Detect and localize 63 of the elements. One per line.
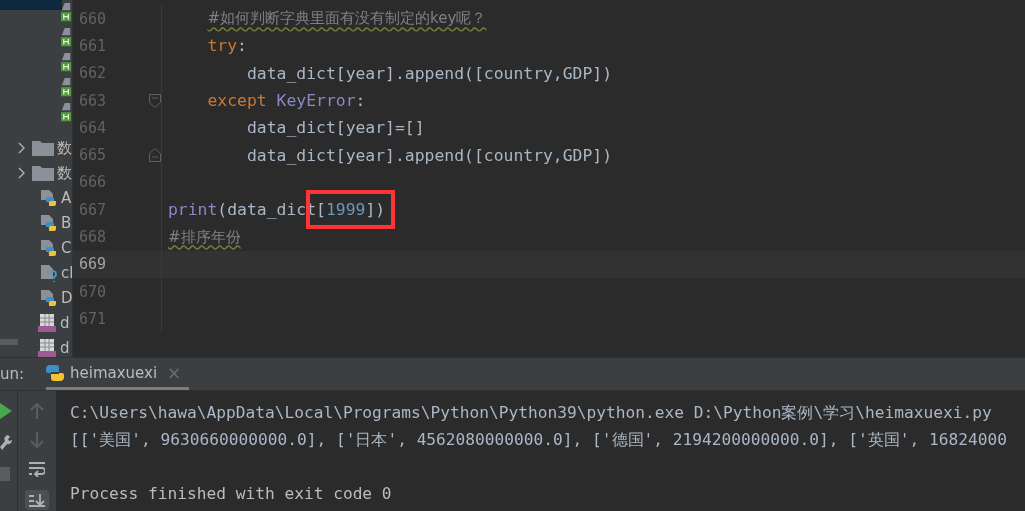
python-file-icon [40,288,58,307]
html-file-icon [61,101,72,124]
code-token: data_dict[year].append([country,GDP]) [246,63,613,83]
python-file-icon [40,188,58,207]
line-number: 665 [78,146,108,165]
wrench-icon[interactable] [0,435,12,451]
fold-icon[interactable] [149,93,161,108]
folder-icon [32,139,54,156]
run-tab[interactable]: heimaxuexi × [46,358,190,390]
python-icon [46,363,64,382]
code-token: [ [316,200,326,220]
line-number: 664 [78,118,108,137]
code-token: try [207,36,238,56]
tree-item-label[interactable]: d [60,313,70,332]
code-token: #如何判断字典里面有没有制定的key呢？ [207,9,487,29]
scrollbar-thumb[interactable] [0,339,18,345]
console-line: Process finished with exit code 0 [70,484,392,503]
tree-item-label[interactable]: 数 [57,138,72,157]
csv-file-icon [37,337,57,357]
html-file-icon [61,76,72,99]
line-number: 666 [78,173,108,192]
tree-item-label[interactable]: B [61,213,72,232]
scroll-to-end-button[interactable] [25,490,49,510]
console-line: [['美国', 9630660000000.0], ['日本', 4562080000000.0], ['德国', 2194200000000.0], ['英国', 16824000 [70,428,1007,451]
code-token: : [355,91,366,111]
selected-row-highlight [0,0,62,10]
code-token: except [207,91,268,111]
unknown-file-icon [40,263,58,282]
html-file-icon [61,51,72,74]
line-number: 667 [78,200,108,219]
code-token: 1999 [325,200,366,220]
tree-item-label[interactable]: D [61,288,72,307]
tree-item-label[interactable]: C [61,238,72,257]
fold-icon[interactable] [149,148,161,163]
line-number: 671 [78,309,108,328]
line-number: 670 [78,282,108,301]
line-number: 661 [78,36,108,55]
code-token: #排序年份 [168,227,241,247]
csv-file-icon [37,312,57,333]
run-icon[interactable] [0,403,12,419]
code-token: : [237,36,247,56]
line-number: 669 [78,255,108,274]
html-file-icon [61,1,72,24]
soft-wrap-icon[interactable] [29,461,45,477]
run-label: un: [0,365,26,383]
python-file-icon [40,238,58,257]
tree-item-label[interactable]: A [61,188,72,207]
code-token: ]) [365,200,386,220]
folder-icon [32,164,54,181]
code-token: data_dict[year].append([country,GDP]) [246,145,613,165]
tree-item-label[interactable]: cl [61,263,72,282]
line-number: 662 [78,64,108,83]
html-file-icon [61,26,72,49]
code-token: KeyError [276,91,356,111]
console-line: C:\Users\hawa\AppData\Local\Programs\Python\Python39\python.exe D:\Python案例\学习\heimaxuexi.py [70,401,992,424]
line-number: 663 [78,91,108,110]
line-number: 660 [78,9,108,28]
code-token: data_dict[year]=[] [246,118,425,138]
tree-item-label[interactable]: 数 [57,163,72,182]
code-token: print [168,200,218,220]
python-file-icon [40,213,58,232]
tree-item-label[interactable]: d [60,338,70,357]
line-number: 668 [78,228,108,246]
